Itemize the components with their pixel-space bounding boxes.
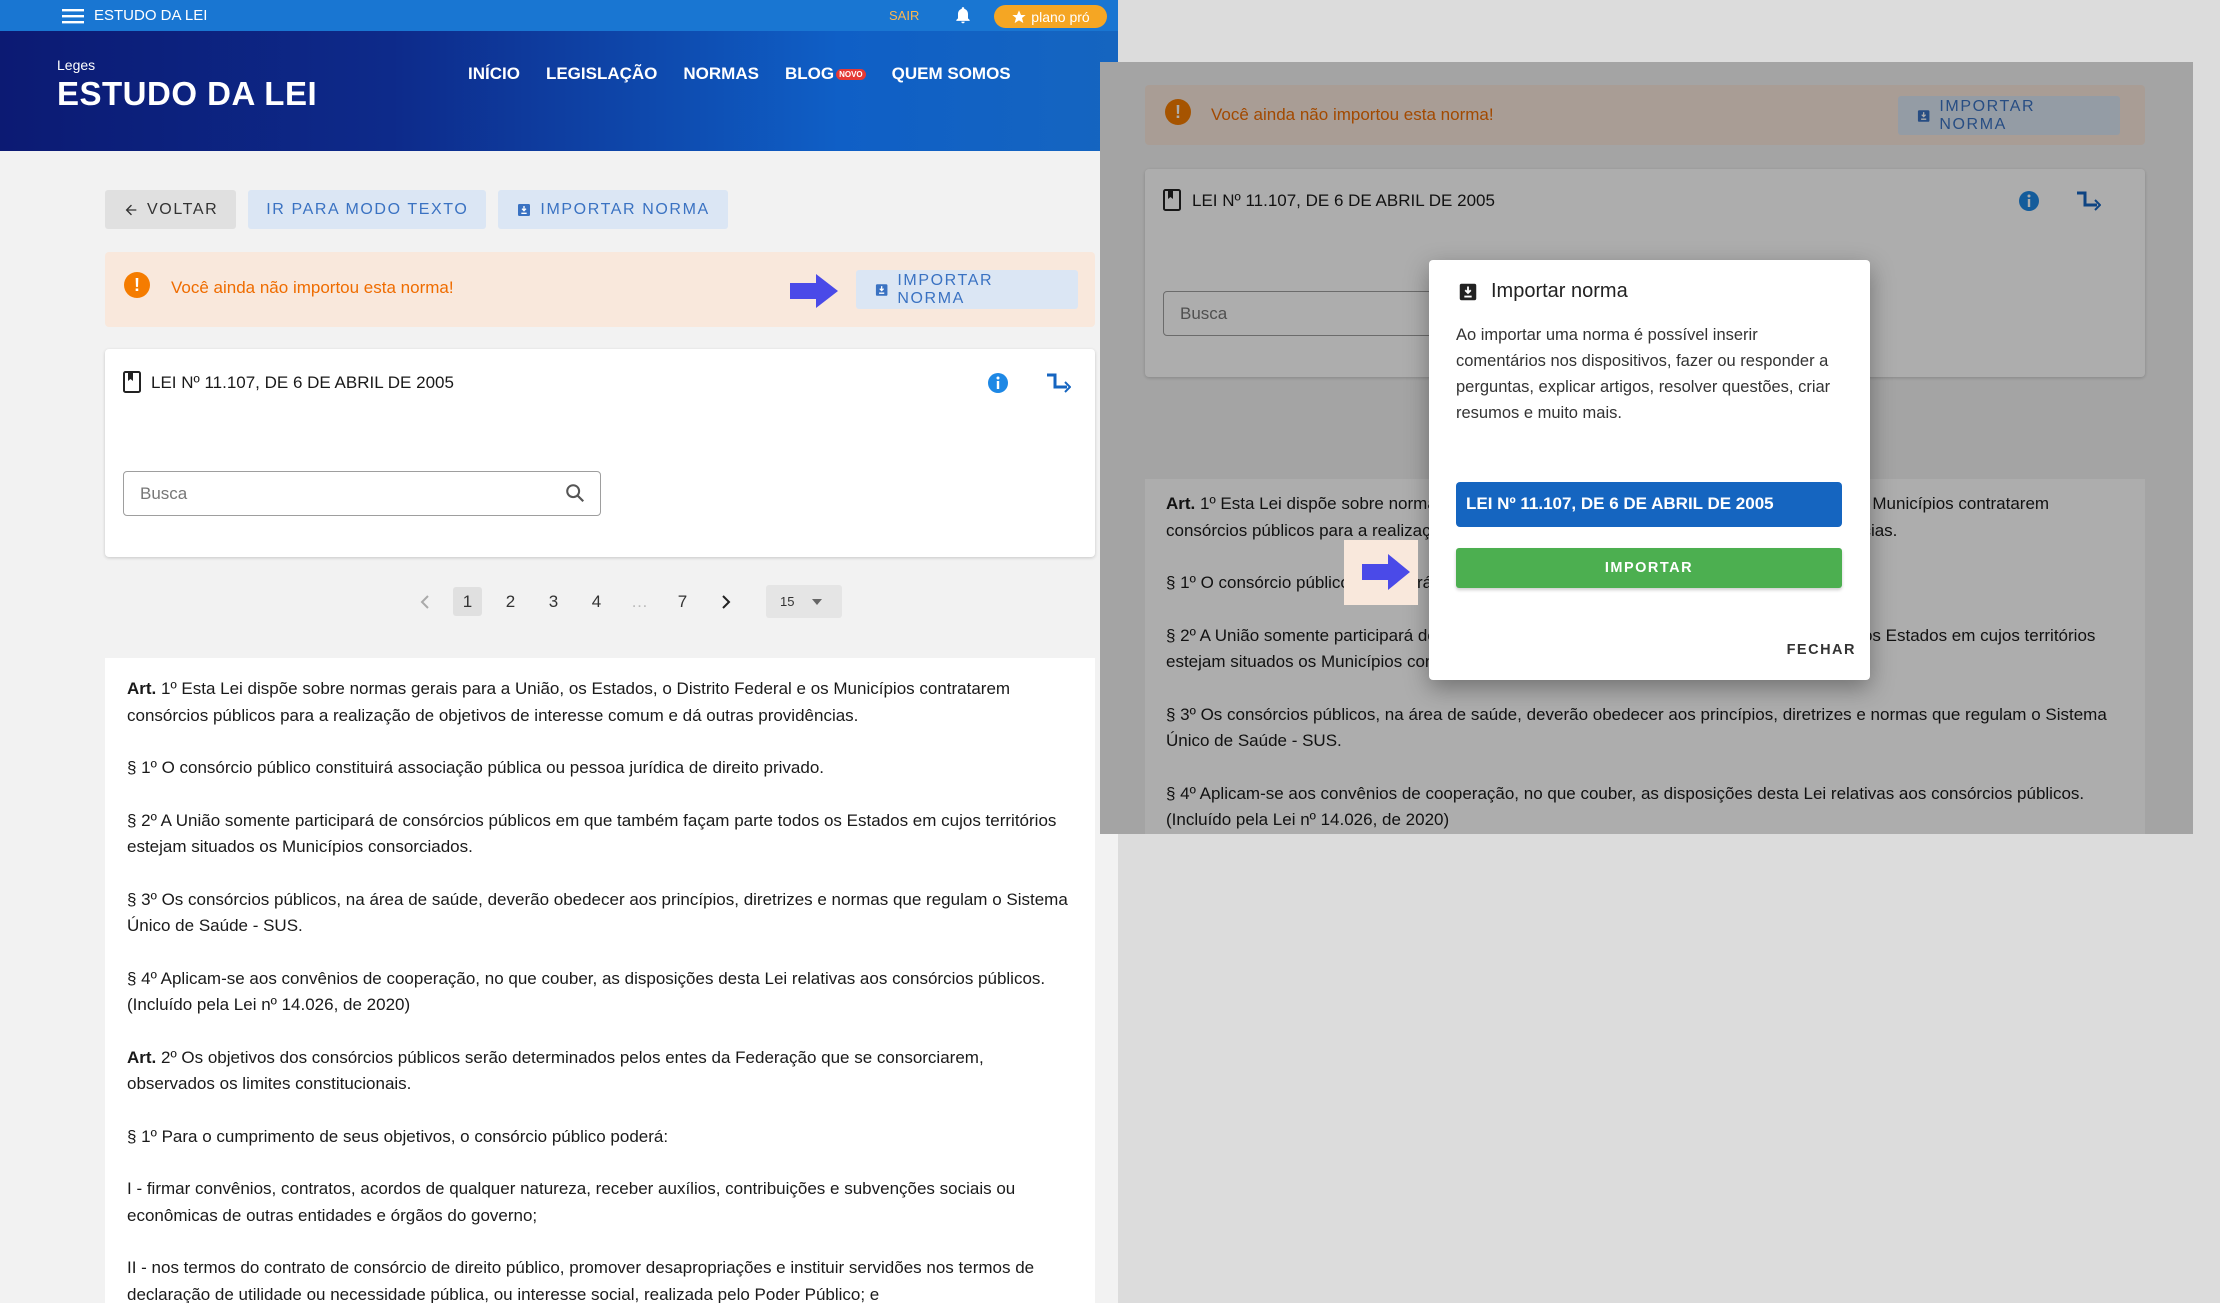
nav-inicio[interactable]: INÍCIO <box>468 64 520 84</box>
search-placeholder: Busca <box>140 484 188 503</box>
confirm-import-button[interactable]: IMPORTAR <box>1456 548 1842 588</box>
back-button[interactable]: VOLTAR <box>105 190 237 229</box>
import-label: IMPORTAR NORMA <box>540 200 710 218</box>
chevron-left-icon <box>420 594 429 609</box>
article-paragraph: II - nos termos do contrato de consórcio… <box>127 1255 1073 1303</box>
page-button-1[interactable]: 1 <box>453 587 482 616</box>
alert-import-button[interactable]: IMPORTAR NORMA <box>856 270 1078 309</box>
caret-down-icon <box>812 598 823 605</box>
brand-logo[interactable]: ESTUDO DA LEI <box>57 75 317 113</box>
top-bar: ESTUDO DA LEI SAIR plano pró <box>0 0 1118 31</box>
import-icon <box>518 203 531 216</box>
site-header: Leges ESTUDO DA LEI INÍCIO LEGISLAÇÃO NO… <box>0 31 1118 151</box>
search-input[interactable]: Busca <box>123 471 601 516</box>
hamburger-icon <box>62 8 84 23</box>
close-dialog-button[interactable]: FECHAR <box>1787 642 1856 658</box>
page-button-7[interactable]: 7 <box>668 587 697 616</box>
bell-icon[interactable] <box>953 5 973 25</box>
arrow-right-icon <box>1362 554 1410 590</box>
menu-button[interactable]: ESTUDO DA LEI <box>62 7 207 24</box>
nav-normas[interactable]: NORMAS <box>683 64 759 84</box>
page-button-2[interactable]: 2 <box>496 587 525 616</box>
import-icon <box>1459 283 1477 300</box>
import-icon <box>875 283 888 296</box>
article-paragraph: § 4º Aplicam-se aos convênios de coopera… <box>127 966 1073 1019</box>
prev-page-button[interactable] <box>410 587 439 616</box>
pagination-ellipsis: … <box>631 591 648 611</box>
article-paragraph: I - firmar convênios, contratos, acordos… <box>127 1176 1073 1229</box>
nav-legislacao[interactable]: LEGISLAÇÃO <box>546 64 657 84</box>
search-icon[interactable] <box>564 482 586 504</box>
article-paragraph: § 3º Os consórcios públicos, na área de … <box>127 887 1073 940</box>
article-text: § 1º O consórcio público constituirá ass… <box>127 758 824 777</box>
article-paragraph: Art. 1º Esta Lei dispõe sobre normas ger… <box>127 676 1073 729</box>
selected-law: LEI Nº 11.107, DE 6 DE ABRIL DE 2005 <box>1456 482 1842 527</box>
arrow-left-icon <box>125 204 137 215</box>
import-norma-button[interactable]: IMPORTAR NORMA <box>498 190 728 229</box>
pointer-callout <box>1344 540 1418 605</box>
logout-link[interactable]: SAIR <box>889 8 919 23</box>
brand-subtitle: Leges <box>57 57 96 73</box>
dialog-body: Ao importar uma norma é possível inserir… <box>1456 326 1831 422</box>
text-mode-label: IR PARA MODO TEXTO <box>266 200 469 218</box>
alert-import-label: IMPORTAR NORMA <box>897 271 994 307</box>
flow-icon[interactable] <box>1045 371 1071 393</box>
nav-quem-somos[interactable]: QUEM SOMOS <box>892 64 1011 84</box>
article-text: 2º Os objetivos dos consórcios públicos … <box>127 1047 984 1094</box>
text-mode-button[interactable]: IR PARA MODO TEXTO <box>248 190 487 229</box>
warning-icon: ! <box>124 272 150 298</box>
alert-message: Você ainda não importou esta norma! <box>171 278 454 297</box>
article-paragraph: § 2º A União somente participará de cons… <box>127 808 1073 861</box>
article-paragraph: § 1º Para o cumprimento de seus objetivo… <box>127 1124 1073 1151</box>
nav-blog-label: BLOG <box>784 64 835 83</box>
pro-label: plano pró <box>1031 8 1090 25</box>
next-page-button[interactable] <box>711 587 740 616</box>
dialog-screenshot: ! Você ainda não importou esta norma! IM… <box>1100 62 2193 834</box>
law-text: Art. 1º Esta Lei dispõe sobre normas ger… <box>105 658 1095 1303</box>
dialog-title: Importar norma <box>1457 280 1628 303</box>
article-text: II - nos termos do contrato de consórcio… <box>127 1258 1035 1303</box>
article-text: § 2º A União somente participará de cons… <box>127 810 1057 857</box>
article-text: § 3º Os consórcios públicos, na área de … <box>127 889 1068 936</box>
page-button-4[interactable]: 4 <box>582 587 611 616</box>
menu-label: ESTUDO DA LEI <box>94 7 208 24</box>
info-icon[interactable] <box>986 371 1010 395</box>
chevron-right-icon <box>721 594 730 609</box>
main-page-screenshot: ESTUDO DA LEI SAIR plano pró Leges ESTUD… <box>0 0 1118 1303</box>
dialog-title-text: Importar norma <box>1491 280 1628 302</box>
article-text: 1º Esta Lei dispõe sobre normas gerais p… <box>127 679 1011 725</box>
article-prefix: Art. <box>127 679 157 698</box>
arrow-right-icon <box>790 274 838 308</box>
article-text: § 1º Para o cumprimento de seus objetivo… <box>127 1126 669 1146</box>
not-imported-alert: ! Você ainda não importou esta norma! IM… <box>105 252 1095 327</box>
new-badge: NOVO <box>836 69 866 81</box>
article-text: I - firmar convênios, contratos, acordos… <box>127 1179 1016 1225</box>
action-buttons: VOLTAR IR PARA MODO TEXTO IMPORTAR NORMA <box>105 190 728 229</box>
law-title: LEI Nº 11.107, DE 6 DE ABRIL DE 2005 <box>151 373 454 392</box>
law-card: LEI Nº 11.107, DE 6 DE ABRIL DE 2005 Bus… <box>105 349 1095 557</box>
import-dialog: Importar norma Ao importar uma norma é p… <box>1429 260 1870 680</box>
back-label: VOLTAR <box>147 200 219 218</box>
pagination: 1 2 3 4 … 7 15 <box>410 585 842 618</box>
main-nav: INÍCIO LEGISLAÇÃO NORMAS BLOG NOVO QUEM S… <box>468 64 1011 84</box>
book-icon <box>123 371 141 393</box>
article-text: § 4º Aplicam-se aos convênios de coopera… <box>127 968 1046 1015</box>
pro-plan-badge[interactable]: plano pró <box>994 5 1107 28</box>
star-icon <box>1012 9 1026 23</box>
page-size-value: 15 <box>780 594 795 609</box>
page-button-3[interactable]: 3 <box>539 587 568 616</box>
page-size-select[interactable]: 15 <box>766 585 842 618</box>
article-paragraph: Art. 2º Os objetivos dos consórcios públ… <box>127 1045 1073 1098</box>
nav-blog[interactable]: BLOG NOVO <box>785 64 866 84</box>
article-prefix: Art. <box>127 1047 157 1067</box>
article-paragraph: § 1º O consórcio público constituirá ass… <box>127 755 1073 782</box>
